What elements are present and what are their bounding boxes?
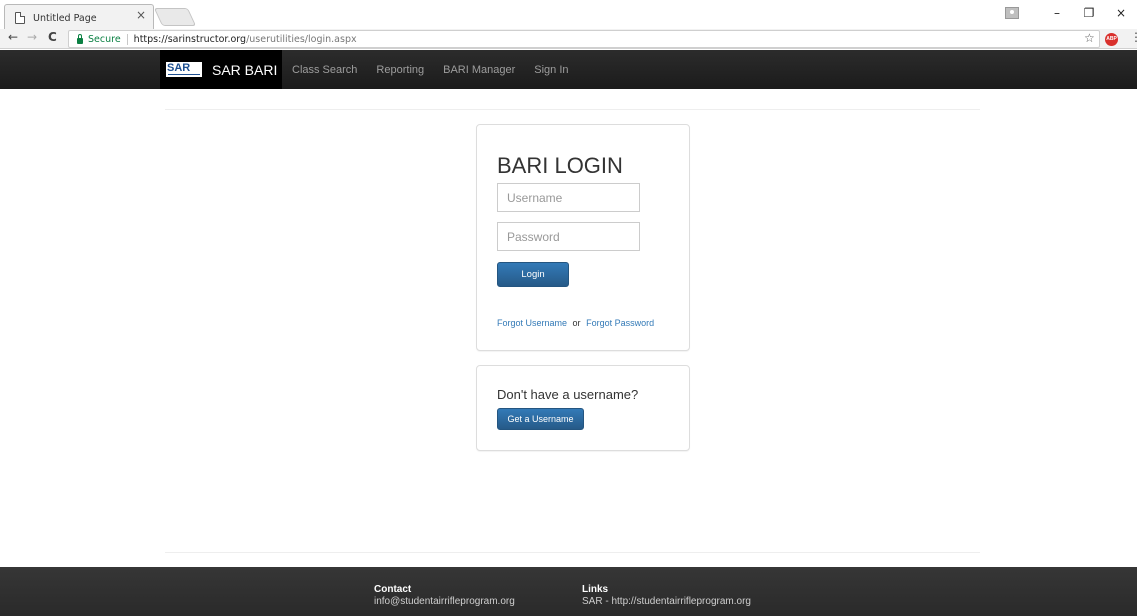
username-input[interactable] — [497, 183, 640, 212]
forgot-password-link[interactable]: Forgot Password — [586, 318, 654, 328]
address-bar[interactable]: Secure https://sarinstructor.org /userut… — [68, 30, 1100, 48]
url-host: https://sarinstructor.org — [133, 33, 247, 45]
links-heading: Links — [582, 584, 609, 595]
footer-links: Links SAR - http://studentairrifleprogra… — [582, 584, 751, 609]
brand-name: SAR BARI — [212, 61, 278, 78]
sar-link[interactable]: SAR - http://studentairrifleprogram.org — [582, 595, 751, 609]
forgot-username-link[interactable]: Forgot Username — [497, 318, 567, 328]
or-text: or — [572, 318, 581, 328]
browser-toolbar: ← → C Secure https://sarinstructor.org /… — [0, 29, 1137, 49]
browser-tab-strip: Untitled Page × – ❐ × — [0, 0, 1137, 29]
nav-link-class-search[interactable]: Class Search — [292, 64, 357, 76]
tab-close-icon[interactable]: × — [136, 8, 146, 22]
signup-question: Don't have a username? — [497, 387, 639, 402]
browser-tab[interactable]: Untitled Page × — [4, 4, 154, 29]
adblock-icon[interactable]: ABP — [1105, 33, 1118, 46]
signup-panel: Don't have a username? Get a Username — [476, 365, 690, 451]
page-icon — [15, 12, 25, 24]
brand[interactable]: SAR SAR BARI — [160, 50, 282, 89]
browser-menu-icon[interactable]: ⋮ — [1130, 30, 1137, 44]
nav-link-reporting[interactable]: Reporting — [376, 64, 424, 76]
password-input[interactable] — [497, 222, 640, 251]
login-panel: BARI LOGIN Login Forgot Username or Forg… — [476, 124, 690, 351]
contact-heading: Contact — [374, 584, 412, 595]
contact-email[interactable]: info@studentairrifleprogram.org — [374, 595, 515, 609]
nav-link-sign-in[interactable]: Sign In — [534, 64, 568, 76]
forward-icon[interactable]: → — [27, 30, 37, 44]
user-profile-icon[interactable] — [1005, 7, 1019, 19]
login-button[interactable]: Login — [497, 262, 569, 287]
restore-icon[interactable]: ❐ — [1073, 6, 1105, 20]
new-tab-button[interactable] — [153, 8, 197, 26]
minimize-icon[interactable]: – — [1041, 6, 1073, 20]
sar-logo: SAR — [166, 62, 202, 77]
address-divider — [126, 33, 128, 45]
tab-title: Untitled Page — [33, 12, 97, 24]
site-navbar: SAR SAR BARI Class Search Reporting BARI… — [0, 50, 1137, 89]
login-title: BARI LOGIN — [497, 153, 623, 178]
bookmark-star-icon[interactable]: ☆ — [1084, 31, 1095, 45]
lock-icon — [77, 33, 83, 44]
get-username-button[interactable]: Get a Username — [497, 408, 584, 430]
site-footer: Contact info@studentairrifleprogram.org … — [0, 567, 1137, 616]
secure-label: Secure — [88, 33, 121, 45]
reload-icon[interactable]: C — [48, 30, 57, 44]
window-controls: – ❐ × — [1005, 0, 1137, 26]
logo-text: SAR — [167, 62, 191, 74]
bottom-divider — [165, 552, 980, 553]
url-path: /userutilities/login.aspx — [246, 33, 357, 45]
top-divider — [165, 109, 980, 110]
window-close-icon[interactable]: × — [1105, 6, 1137, 20]
forgot-links: Forgot Username or Forgot Password — [497, 318, 654, 328]
nav-links: Class Search Reporting BARI Manager Sign… — [292, 50, 588, 89]
back-icon[interactable]: ← — [8, 30, 18, 44]
nav-link-bari-manager[interactable]: BARI Manager — [443, 64, 515, 76]
footer-contact: Contact info@studentairrifleprogram.org — [374, 584, 515, 609]
